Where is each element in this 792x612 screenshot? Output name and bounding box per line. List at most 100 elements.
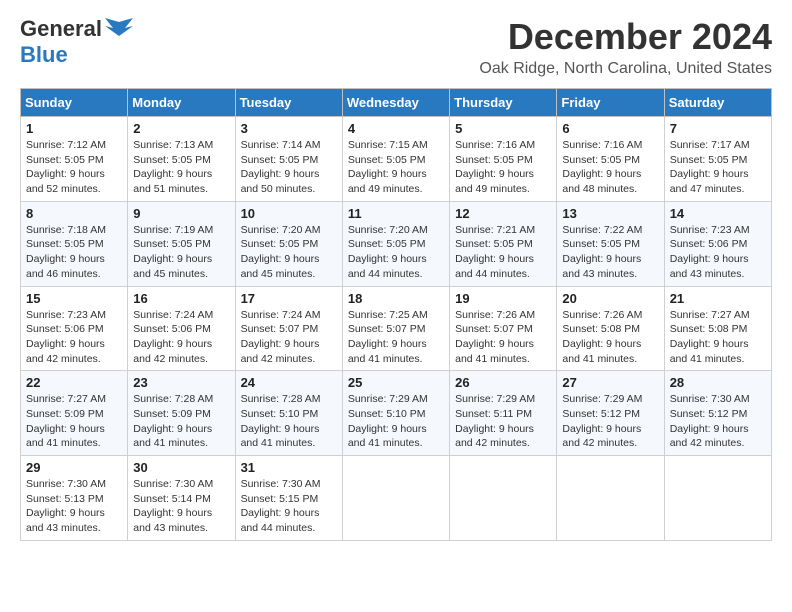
day-number: 19 <box>455 291 551 306</box>
day-sun-info: Sunrise: 7:25 AM Sunset: 5:07 PM Dayligh… <box>348 308 444 367</box>
calendar-week-row: 15 Sunrise: 7:23 AM Sunset: 5:06 PM Dayli… <box>21 286 772 371</box>
day-number: 30 <box>133 460 229 475</box>
calendar-cell: 16Sunrise: 7:24 AM Sunset: 5:06 PM Dayli… <box>128 286 235 371</box>
day-sun-info: Sunrise: 7:16 AM Sunset: 5:05 PM Dayligh… <box>562 138 658 197</box>
day-number: 20 <box>562 291 658 306</box>
day-number: 1 <box>26 121 122 136</box>
day-number: 17 <box>241 291 337 306</box>
day-number: 23 <box>133 375 229 390</box>
calendar-cell: 11 Sunrise: 7:20 AM Sunset: 5:05 PM Dayli… <box>342 201 449 286</box>
day-sun-info: Sunrise: 7:13 AM Sunset: 5:05 PM Dayligh… <box>133 138 229 197</box>
day-sun-info: Sunrise: 7:27 AM Sunset: 5:09 PM Dayligh… <box>26 392 122 451</box>
calendar-cell: 26Sunrise: 7:29 AM Sunset: 5:11 PM Dayli… <box>450 371 557 456</box>
calendar-cell: 10 Sunrise: 7:20 AM Sunset: 5:05 PM Dayli… <box>235 201 342 286</box>
day-sun-info: Sunrise: 7:22 AM Sunset: 5:05 PM Dayligh… <box>562 223 658 282</box>
calendar-cell: 18 Sunrise: 7:25 AM Sunset: 5:07 PM Dayli… <box>342 286 449 371</box>
weekday-header-saturday: Saturday <box>664 89 771 117</box>
day-number: 27 <box>562 375 658 390</box>
day-number: 9 <box>133 206 229 221</box>
day-sun-info: Sunrise: 7:20 AM Sunset: 5:05 PM Dayligh… <box>348 223 444 282</box>
day-sun-info: Sunrise: 7:14 AM Sunset: 5:05 PM Dayligh… <box>241 138 337 197</box>
calendar-cell: 27Sunrise: 7:29 AM Sunset: 5:12 PM Dayli… <box>557 371 664 456</box>
day-sun-info: Sunrise: 7:30 AM Sunset: 5:14 PM Dayligh… <box>133 477 229 536</box>
day-number: 4 <box>348 121 444 136</box>
calendar-cell: 25Sunrise: 7:29 AM Sunset: 5:10 PM Dayli… <box>342 371 449 456</box>
weekday-header-wednesday: Wednesday <box>342 89 449 117</box>
calendar-cell: 1Sunrise: 7:12 AM Sunset: 5:05 PM Daylig… <box>21 117 128 202</box>
day-sun-info: Sunrise: 7:19 AM Sunset: 5:05 PM Dayligh… <box>133 223 229 282</box>
calendar-cell: 7 Sunrise: 7:17 AM Sunset: 5:05 PM Daylig… <box>664 117 771 202</box>
day-sun-info: Sunrise: 7:30 AM Sunset: 5:15 PM Dayligh… <box>241 477 337 536</box>
day-number: 3 <box>241 121 337 136</box>
calendar-cell: 9 Sunrise: 7:19 AM Sunset: 5:05 PM Daylig… <box>128 201 235 286</box>
day-sun-info: Sunrise: 7:23 AM Sunset: 5:06 PM Dayligh… <box>670 223 766 282</box>
title-area: December 2024 Oak Ridge, North Carolina,… <box>479 16 772 78</box>
page-header: General Blue December 2024 Oak Ridge, No… <box>20 16 772 78</box>
calendar-cell: 8Sunrise: 7:18 AM Sunset: 5:05 PM Daylig… <box>21 201 128 286</box>
day-number: 26 <box>455 375 551 390</box>
weekday-header-friday: Friday <box>557 89 664 117</box>
day-sun-info: Sunrise: 7:30 AM Sunset: 5:12 PM Dayligh… <box>670 392 766 451</box>
day-number: 22 <box>26 375 122 390</box>
day-number: 6 <box>562 121 658 136</box>
day-sun-info: Sunrise: 7:28 AM Sunset: 5:10 PM Dayligh… <box>241 392 337 451</box>
calendar-cell: 13 Sunrise: 7:22 AM Sunset: 5:05 PM Dayli… <box>557 201 664 286</box>
calendar-cell: 30 Sunrise: 7:30 AM Sunset: 5:14 PM Dayli… <box>128 456 235 541</box>
day-number: 11 <box>348 206 444 221</box>
day-sun-info: Sunrise: 7:24 AM Sunset: 5:06 PM Dayligh… <box>133 308 229 367</box>
calendar-cell: 31 Sunrise: 7:30 AM Sunset: 5:15 PM Dayli… <box>235 456 342 541</box>
calendar-cell: 6 Sunrise: 7:16 AM Sunset: 5:05 PM Daylig… <box>557 117 664 202</box>
calendar-cell: 4 Sunrise: 7:15 AM Sunset: 5:05 PM Daylig… <box>342 117 449 202</box>
calendar-cell: 24Sunrise: 7:28 AM Sunset: 5:10 PM Dayli… <box>235 371 342 456</box>
day-sun-info: Sunrise: 7:29 AM Sunset: 5:10 PM Dayligh… <box>348 392 444 451</box>
day-number: 8 <box>26 206 122 221</box>
calendar-cell: 12Sunrise: 7:21 AM Sunset: 5:05 PM Dayli… <box>450 201 557 286</box>
day-number: 10 <box>241 206 337 221</box>
weekday-header-sunday: Sunday <box>21 89 128 117</box>
calendar-cell: 5 Sunrise: 7:16 AM Sunset: 5:05 PM Daylig… <box>450 117 557 202</box>
day-number: 29 <box>26 460 122 475</box>
calendar-cell: 28Sunrise: 7:30 AM Sunset: 5:12 PM Dayli… <box>664 371 771 456</box>
day-number: 31 <box>241 460 337 475</box>
day-number: 5 <box>455 121 551 136</box>
calendar-table: SundayMondayTuesdayWednesdayThursdayFrid… <box>20 88 772 541</box>
day-sun-info: Sunrise: 7:30 AM Sunset: 5:13 PM Dayligh… <box>26 477 122 536</box>
calendar-cell: 29 Sunrise: 7:30 AM Sunset: 5:13 PM Dayli… <box>21 456 128 541</box>
calendar-cell: 17Sunrise: 7:24 AM Sunset: 5:07 PM Dayli… <box>235 286 342 371</box>
calendar-cell <box>664 456 771 541</box>
day-number: 2 <box>133 121 229 136</box>
calendar-cell: 19 Sunrise: 7:26 AM Sunset: 5:07 PM Dayli… <box>450 286 557 371</box>
logo-bird-icon <box>105 18 133 40</box>
weekday-header-row: SundayMondayTuesdayWednesdayThursdayFrid… <box>21 89 772 117</box>
day-sun-info: Sunrise: 7:26 AM Sunset: 5:08 PM Dayligh… <box>562 308 658 367</box>
calendar-cell <box>557 456 664 541</box>
calendar-cell: 21Sunrise: 7:27 AM Sunset: 5:08 PM Dayli… <box>664 286 771 371</box>
calendar-cell: 14Sunrise: 7:23 AM Sunset: 5:06 PM Dayli… <box>664 201 771 286</box>
location-subtitle: Oak Ridge, North Carolina, United States <box>479 60 772 78</box>
month-year-title: December 2024 <box>479 16 772 58</box>
day-sun-info: Sunrise: 7:20 AM Sunset: 5:05 PM Dayligh… <box>241 223 337 282</box>
day-number: 15 <box>26 291 122 306</box>
day-sun-info: Sunrise: 7:23 AM Sunset: 5:06 PM Dayligh… <box>26 308 122 367</box>
day-sun-info: Sunrise: 7:17 AM Sunset: 5:05 PM Dayligh… <box>670 138 766 197</box>
calendar-cell: 23 Sunrise: 7:28 AM Sunset: 5:09 PM Dayli… <box>128 371 235 456</box>
day-sun-info: Sunrise: 7:21 AM Sunset: 5:05 PM Dayligh… <box>455 223 551 282</box>
calendar-cell: 2 Sunrise: 7:13 AM Sunset: 5:05 PM Daylig… <box>128 117 235 202</box>
logo: General Blue <box>20 16 133 68</box>
day-sun-info: Sunrise: 7:26 AM Sunset: 5:07 PM Dayligh… <box>455 308 551 367</box>
calendar-cell <box>342 456 449 541</box>
day-sun-info: Sunrise: 7:27 AM Sunset: 5:08 PM Dayligh… <box>670 308 766 367</box>
day-sun-info: Sunrise: 7:15 AM Sunset: 5:05 PM Dayligh… <box>348 138 444 197</box>
calendar-cell: 3 Sunrise: 7:14 AM Sunset: 5:05 PM Daylig… <box>235 117 342 202</box>
day-number: 18 <box>348 291 444 306</box>
day-number: 13 <box>562 206 658 221</box>
day-sun-info: Sunrise: 7:16 AM Sunset: 5:05 PM Dayligh… <box>455 138 551 197</box>
logo-general-text: General <box>20 16 102 42</box>
calendar-week-row: 8Sunrise: 7:18 AM Sunset: 5:05 PM Daylig… <box>21 201 772 286</box>
logo-blue-text: Blue <box>20 42 68 68</box>
calendar-week-row: 1Sunrise: 7:12 AM Sunset: 5:05 PM Daylig… <box>21 117 772 202</box>
weekday-header-monday: Monday <box>128 89 235 117</box>
day-number: 7 <box>670 121 766 136</box>
day-sun-info: Sunrise: 7:28 AM Sunset: 5:09 PM Dayligh… <box>133 392 229 451</box>
calendar-week-row: 29 Sunrise: 7:30 AM Sunset: 5:13 PM Dayli… <box>21 456 772 541</box>
